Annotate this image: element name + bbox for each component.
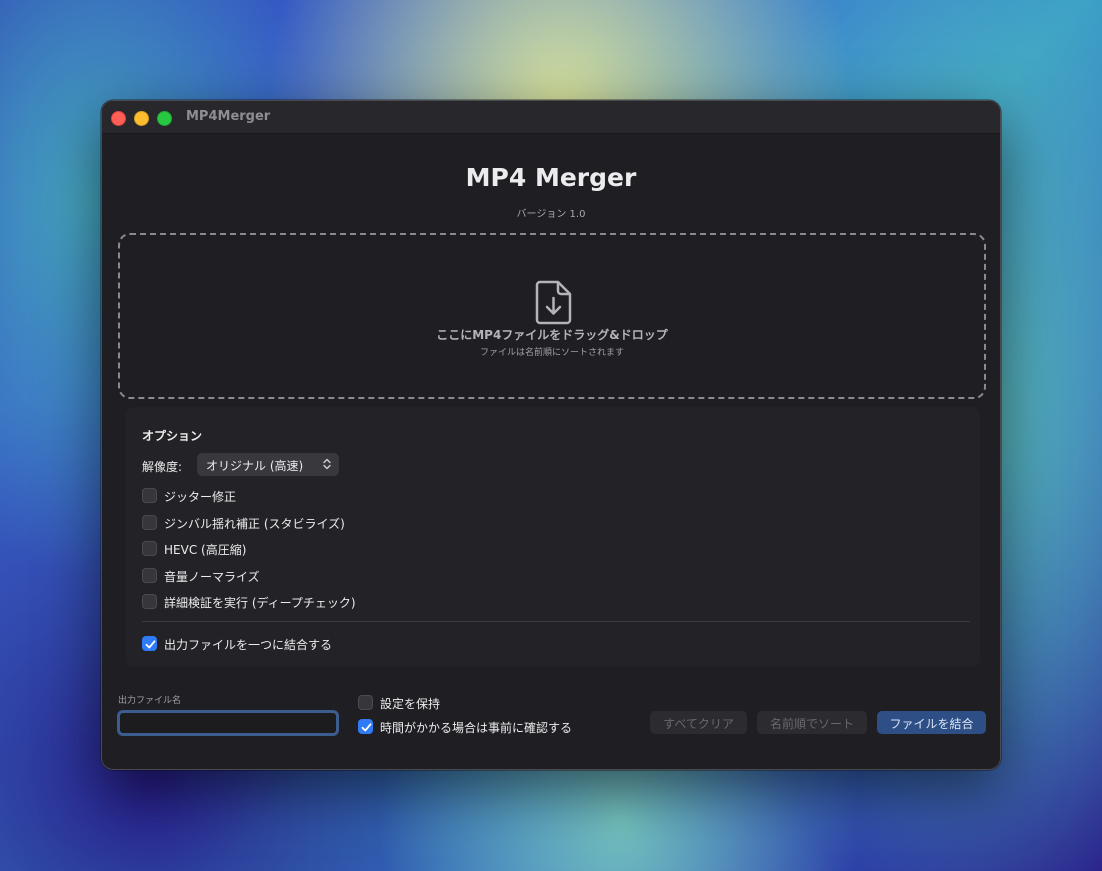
sort-by-name-button[interactable]: 名前順でソート (757, 711, 867, 734)
merge-files-button[interactable]: ファイルを結合 (877, 711, 986, 734)
deep-check-label: 詳細検証を実行 (ディープチェック) (164, 596, 356, 610)
window-title: MP4Merger (186, 109, 271, 124)
hevc-checkbox[interactable] (142, 541, 157, 556)
checkmark-icon (361, 723, 372, 732)
options-divider (142, 621, 970, 622)
jitter-fix-checkbox[interactable] (142, 488, 157, 503)
options-panel: オプション 解像度: オリジナル (高速) ジッター修正 ジンバル揺れ補正 (ス… (126, 407, 980, 667)
volume-normalize-label: 音量ノーマライズ (164, 570, 260, 584)
minimize-window-button[interactable] (134, 111, 149, 126)
app-title: MP4 Merger (465, 163, 637, 192)
checkmark-icon (145, 640, 156, 649)
drop-zone-hint: ファイルは名前順にソートされます (479, 348, 624, 358)
output-filename-label: 出力ファイル名 (118, 696, 182, 706)
document-download-icon (535, 280, 572, 325)
resolution-select[interactable]: オリジナル (高速) (197, 453, 339, 476)
hevc-label: HEVC (高圧縮) (164, 543, 247, 557)
combine-output-checkbox[interactable] (142, 636, 157, 651)
stabilize-checkbox[interactable] (142, 515, 157, 530)
version-label: バージョン 1.0 (516, 209, 586, 220)
stabilize-label: ジンバル揺れ補正 (スタビライズ) (164, 517, 345, 531)
resolution-label: 解像度: (142, 460, 183, 474)
combine-output-label: 出力ファイルを一つに結合する (164, 638, 333, 652)
options-title: オプション (142, 429, 203, 443)
clear-all-button[interactable]: すべてクリア (650, 711, 747, 734)
app-window: MP4Merger MP4 Merger バージョン 1.0 ここにMP4ファイ… (101, 100, 1001, 770)
jitter-fix-label: ジッター修正 (164, 490, 237, 504)
confirm-long-label: 時間がかかる場合は事前に確認する (380, 721, 573, 735)
resolution-select-value: オリジナル (高速) (206, 459, 304, 473)
output-filename-input[interactable] (117, 710, 339, 736)
updown-chevron-icon (323, 458, 331, 470)
close-window-button[interactable] (111, 111, 126, 126)
keep-settings-label: 設定を保持 (380, 697, 441, 711)
drop-zone-instruction: ここにMP4ファイルをドラッグ&ドロップ (436, 328, 668, 342)
drop-zone[interactable]: ここにMP4ファイルをドラッグ&ドロップ ファイルは名前順にソートされます (118, 233, 986, 399)
confirm-long-checkbox[interactable] (358, 719, 373, 734)
keep-settings-checkbox[interactable] (358, 695, 373, 710)
zoom-window-button[interactable] (157, 111, 172, 126)
deep-check-checkbox[interactable] (142, 594, 157, 609)
volume-normalize-checkbox[interactable] (142, 568, 157, 583)
title-bar[interactable]: MP4Merger (102, 101, 1000, 134)
